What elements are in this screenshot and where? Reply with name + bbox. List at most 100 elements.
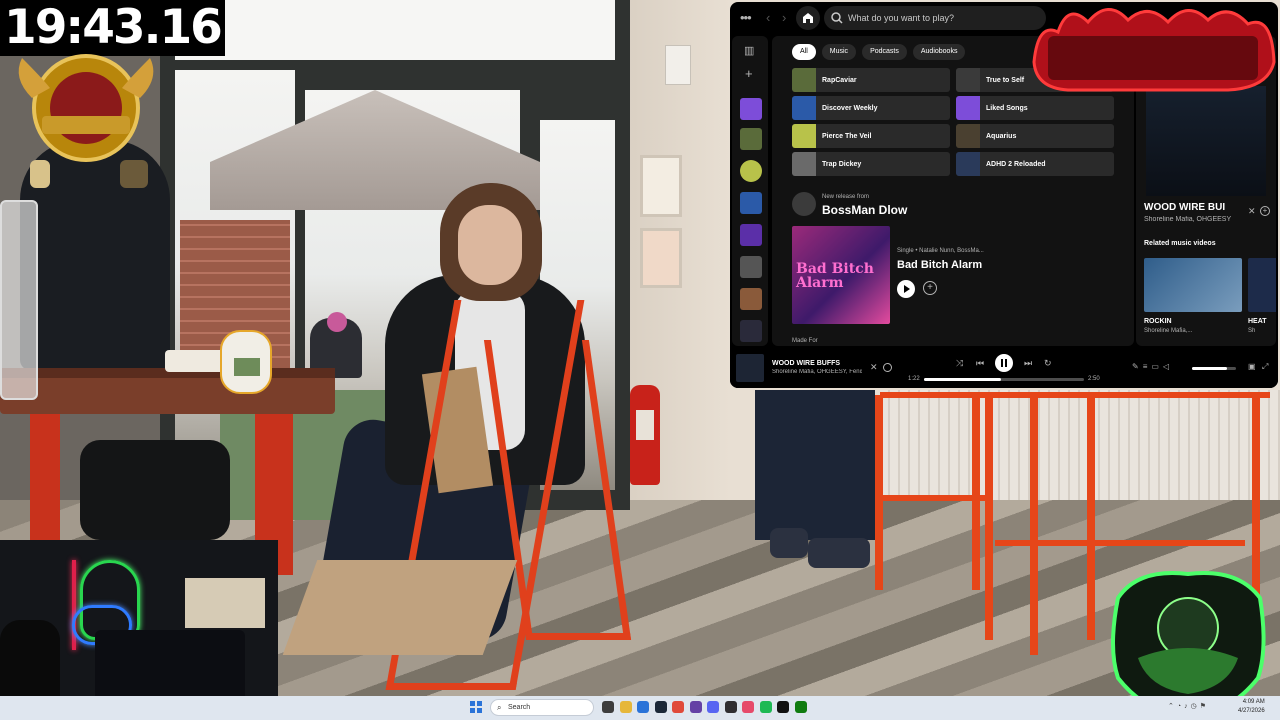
now-playing-artists[interactable]: Shoreline Mafia, OHGEESY	[1144, 216, 1248, 223]
system-clock[interactable]: 4:09 AM 4/27/2026	[1238, 698, 1265, 716]
create-plus-icon[interactable]: +	[745, 66, 753, 81]
clock-time: 4:09 AM	[1242, 699, 1265, 705]
team-inspire-badge	[18, 54, 154, 188]
shortcut-tile[interactable]: ADHD 2 Reloaded	[956, 152, 1114, 176]
filter-chip-podcasts[interactable]: Podcasts	[862, 44, 907, 60]
fullscreen-icon[interactable]: ⤢	[1262, 362, 1268, 372]
add-to-library-icon[interactable]: +	[923, 281, 937, 295]
filter-chip-audiobooks[interactable]: Audiobooks	[912, 44, 966, 60]
steam-icon[interactable]	[654, 701, 667, 713]
track-art[interactable]	[736, 354, 764, 382]
related-video-thumbnail[interactable]	[1144, 258, 1242, 312]
now-playing-title[interactable]: WOOD WIRE BUI	[1144, 202, 1248, 213]
pause-button[interactable]	[995, 354, 1013, 372]
shortcut-tile[interactable]: Trap Dickey	[792, 152, 950, 176]
new-release-artist[interactable]: BossMan Dlow	[822, 203, 907, 217]
stool-rung	[995, 540, 1245, 546]
repeat-icon[interactable]: ↻	[1044, 358, 1052, 369]
start-button[interactable]	[470, 701, 482, 713]
pin-icon[interactable]	[742, 701, 754, 713]
extinguisher-label	[636, 410, 654, 440]
close-icon[interactable]: ✕	[870, 362, 878, 373]
file-explorer-icon[interactable]	[602, 701, 614, 713]
folder-icon[interactable]	[619, 701, 632, 713]
library-item[interactable]	[740, 288, 762, 310]
shortcut-label: Pierce The Veil	[822, 132, 872, 140]
shortcut-tile[interactable]: RapCaviar	[792, 68, 950, 92]
volume-fill	[1192, 367, 1228, 370]
player-right-icons[interactable]: ✎≡▭◁	[1132, 362, 1173, 371]
filter-chip-music[interactable]: Music	[821, 44, 857, 60]
shortcut-label: ADHD 2 Reloaded	[986, 160, 1046, 168]
play-button[interactable]	[897, 280, 915, 298]
taskbar-search-label: Search	[508, 704, 531, 711]
duration-time: 2:50	[1088, 376, 1100, 382]
taskbar-search[interactable]: ⌕ Search	[490, 699, 594, 716]
library-item[interactable]	[740, 224, 762, 246]
library-icon[interactable]: ▥	[744, 44, 754, 57]
shortcut-label: Trap Dickey	[822, 160, 862, 168]
related-video-title[interactable]: HEAT	[1248, 318, 1267, 325]
library-item[interactable]	[740, 192, 762, 214]
related-heading: Related music videos	[1144, 240, 1216, 247]
media-icon[interactable]	[777, 701, 789, 713]
shortcut-art	[956, 124, 980, 148]
shortcut-art	[792, 68, 816, 92]
progress-bar[interactable]	[924, 378, 1084, 381]
shortcut-tile[interactable]: Aquarius	[956, 124, 1114, 148]
previous-icon[interactable]: ⏮	[976, 358, 984, 369]
library-item-liked-songs[interactable]	[740, 98, 762, 120]
library-item[interactable]	[740, 160, 762, 182]
shortcut-tile[interactable]: Pierce The Veil	[792, 124, 950, 148]
release-title[interactable]: Bad Bitch Alarm	[897, 259, 982, 271]
shuffle-icon[interactable]: ⤨	[956, 358, 963, 369]
filter-chip-all[interactable]: All	[792, 44, 816, 60]
obs-icon[interactable]	[724, 701, 737, 713]
shortcut-art	[792, 96, 816, 120]
chrome-icon[interactable]	[672, 701, 684, 713]
miniplayer-icon[interactable]: ▣	[1248, 362, 1256, 371]
track-title[interactable]: WOOD WIRE BUFFS	[772, 360, 840, 367]
volume-slider[interactable]	[1192, 367, 1236, 370]
shortcut-label: Discover Weekly	[822, 104, 878, 112]
track-artists[interactable]: Shoreline Mafia, OHGEESY, Fenix	[772, 369, 862, 375]
chair-seat	[282, 560, 518, 655]
bar-stool	[875, 395, 980, 590]
album-cover[interactable]: Bad Bitch Alarm	[792, 226, 890, 324]
now-playing-art	[1146, 86, 1266, 196]
next-icon[interactable]: ⏭	[1024, 358, 1032, 369]
discord-icon[interactable]	[707, 701, 719, 713]
standing-person-legs	[755, 390, 875, 540]
shortcut-tile[interactable]: Discover Weekly	[792, 96, 950, 120]
shortcut-label: True to Self	[986, 76, 1025, 84]
library-item[interactable]	[740, 128, 762, 150]
system-tray-icons[interactable]: ⌃◔♪◷⚑	[1168, 702, 1209, 710]
close-icon[interactable]: ✕	[1248, 206, 1256, 217]
search-input[interactable]: What do you want to play?	[824, 6, 1046, 30]
artist-avatar[interactable]	[792, 192, 816, 216]
new-release-kicker: New release from	[822, 194, 870, 200]
xbox-icon[interactable]	[794, 701, 807, 713]
add-icon[interactable]	[883, 363, 892, 372]
wall-poster	[640, 228, 682, 288]
related-video-title[interactable]: ROCKIN	[1144, 318, 1172, 325]
shortcut-tile[interactable]: Liked Songs	[956, 96, 1114, 120]
bowl	[165, 350, 225, 372]
add-icon[interactable]: +	[1260, 206, 1270, 216]
more-icon[interactable]: •••	[740, 10, 754, 25]
related-video-thumbnail[interactable]	[1248, 258, 1276, 312]
twitch-icon[interactable]	[689, 701, 702, 713]
clock-date: 4/27/2026	[1238, 708, 1265, 714]
team-inspire-logo	[1032, 8, 1276, 92]
person-outside-hat	[327, 312, 347, 332]
library-item[interactable]	[740, 320, 762, 342]
home-button[interactable]	[796, 6, 820, 30]
back-icon[interactable]: ‹	[766, 10, 770, 25]
stream-frame: 19:43.16 ••• ‹ › What do you want to pla…	[0, 0, 1280, 720]
toy-screen	[234, 358, 260, 376]
table-leg	[30, 410, 60, 540]
spotify-icon[interactable]	[759, 701, 772, 713]
browser-icon[interactable]	[637, 701, 649, 713]
library-item[interactable]	[740, 256, 762, 278]
forward-icon[interactable]: ›	[782, 10, 786, 25]
